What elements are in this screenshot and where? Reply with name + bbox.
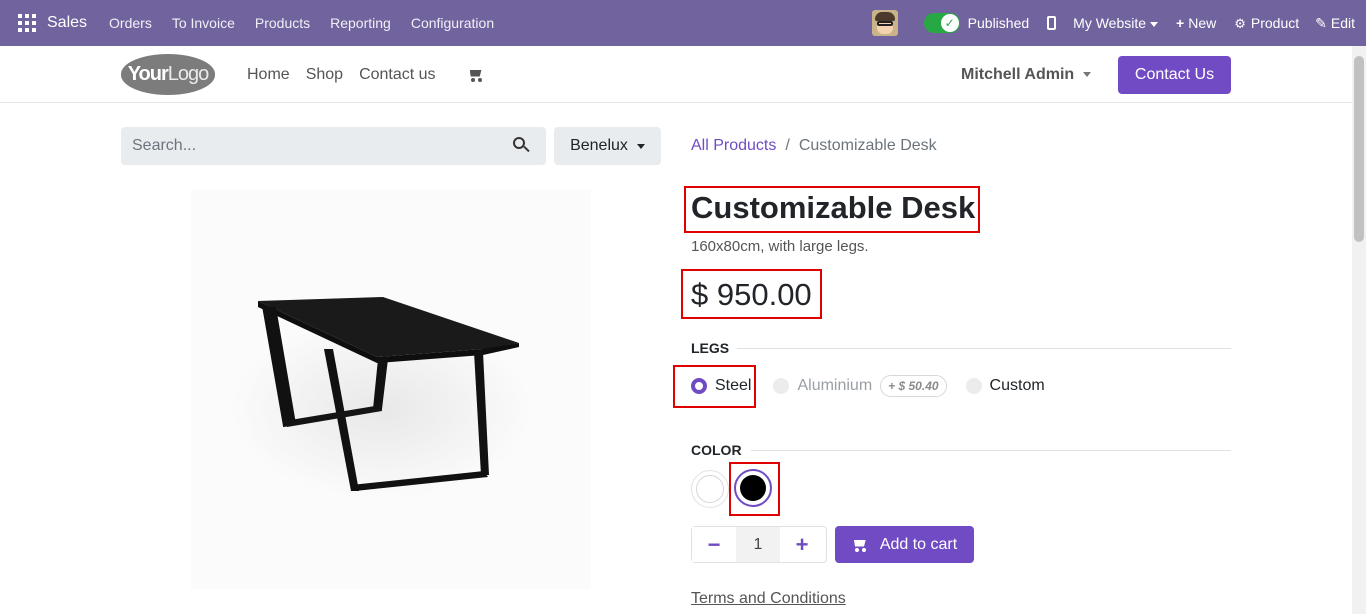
product-button[interactable]: ⚙ Product [1234, 15, 1299, 32]
check-icon: ✓ [940, 14, 959, 32]
option-aluminium-label[interactable]: Aluminium [797, 377, 872, 395]
gear-icon: ⚙ [1234, 15, 1246, 31]
attribute-color-title: COLOR [691, 442, 742, 458]
plus-icon: + [1176, 15, 1185, 31]
plus-icon[interactable]: + [780, 527, 824, 562]
nav-shop[interactable]: Shop [306, 66, 343, 84]
pricelist-label: Benelux [570, 137, 628, 154]
quantity-input[interactable]: 1 [736, 527, 780, 562]
attribute-legs-title: LEGS [691, 340, 730, 356]
color-swatch-black[interactable] [734, 469, 772, 507]
website-switcher[interactable]: My Website [1073, 15, 1159, 31]
quantity-stepper: − 1 + [691, 526, 827, 563]
nav-contact-us[interactable]: Contact us [359, 66, 435, 84]
cart-icon[interactable] [468, 68, 484, 82]
apps-grid-icon[interactable] [18, 14, 36, 32]
website-header: YourLogo Home Shop Contact us Mitchell A… [0, 46, 1352, 103]
radio-aluminium[interactable] [773, 378, 790, 394]
caret-down-icon [1083, 72, 1092, 77]
aluminium-extra-price-badge: + $ 50.40 [880, 375, 947, 397]
breadcrumb-separator: / [785, 137, 790, 154]
app-name[interactable]: Sales [47, 14, 87, 32]
edit-button-label: Edit [1330, 14, 1355, 31]
divider [751, 450, 1231, 451]
product-title: Customizable Desk [691, 190, 976, 225]
user-name: Mitchell Admin [961, 65, 1075, 83]
option-steel-label[interactable]: Steel [715, 377, 751, 395]
logo-text-bold: Your [127, 63, 169, 85]
scrollbar-thumb[interactable] [1354, 56, 1364, 242]
search-icon[interactable] [513, 137, 530, 153]
menu-configuration[interactable]: Configuration [411, 15, 494, 31]
user-menu[interactable]: Mitchell Admin [961, 46, 1092, 103]
swatch-dot-black [740, 475, 766, 501]
menu-orders[interactable]: Orders [109, 15, 152, 31]
published-toggle[interactable]: ✓ [923, 13, 960, 33]
product-search [121, 127, 546, 165]
company-logo[interactable]: YourLogo [121, 54, 215, 95]
published-label[interactable]: Published [968, 15, 1030, 31]
product-button-label: Product [1250, 14, 1300, 31]
nav-home[interactable]: Home [247, 66, 290, 84]
color-swatch-white[interactable] [691, 470, 729, 508]
menu-to-invoice[interactable]: To Invoice [172, 15, 235, 31]
user-avatar[interactable] [871, 10, 898, 36]
product-image[interactable] [191, 189, 591, 589]
cart-icon [852, 538, 868, 552]
pricelist-dropdown[interactable]: Benelux [554, 127, 661, 165]
desk-image [231, 297, 531, 499]
page-scrollbar[interactable] [1352, 46, 1366, 614]
caret-down-icon [1150, 21, 1159, 27]
main-nav: Home Shop Contact us [247, 46, 484, 103]
mobile-preview-icon[interactable] [1047, 16, 1057, 30]
product-price: $ 950.00 [691, 277, 812, 312]
edit-button[interactable]: ✎ Edit [1315, 15, 1355, 32]
swatch-dot-white [696, 475, 724, 503]
minus-icon[interactable]: − [692, 527, 736, 562]
menu-reporting[interactable]: Reporting [330, 15, 391, 31]
contact-us-button[interactable]: Contact Us [1118, 56, 1231, 94]
admin-topbar: Sales Orders To Invoice Products Reporti… [0, 0, 1366, 46]
legs-options: Steel Aluminium + $ 50.40 Custom [691, 375, 1045, 397]
breadcrumb-current: Customizable Desk [798, 137, 937, 154]
add-to-cart-button[interactable]: Add to cart [835, 526, 974, 563]
add-to-cart-label: Add to cart [879, 535, 958, 553]
new-button-label: New [1188, 15, 1217, 31]
pencil-icon: ✎ [1315, 14, 1327, 31]
website-switcher-label: My Website [1073, 15, 1147, 31]
breadcrumb: All Products / Customizable Desk [691, 137, 937, 155]
logo-text-light: Logo [167, 63, 209, 85]
radio-custom[interactable] [965, 378, 982, 394]
caret-down-icon [636, 143, 645, 149]
new-button[interactable]: + New [1176, 15, 1216, 31]
option-custom-label[interactable]: Custom [990, 377, 1045, 395]
divider [737, 348, 1231, 349]
product-description: 160x80cm, with large legs. [691, 238, 869, 255]
terms-link[interactable]: Terms and Conditions [691, 590, 846, 608]
radio-steel[interactable] [691, 378, 707, 394]
search-input[interactable] [132, 137, 492, 155]
breadcrumb-all-products[interactable]: All Products [691, 137, 776, 155]
menu-products[interactable]: Products [255, 15, 310, 31]
